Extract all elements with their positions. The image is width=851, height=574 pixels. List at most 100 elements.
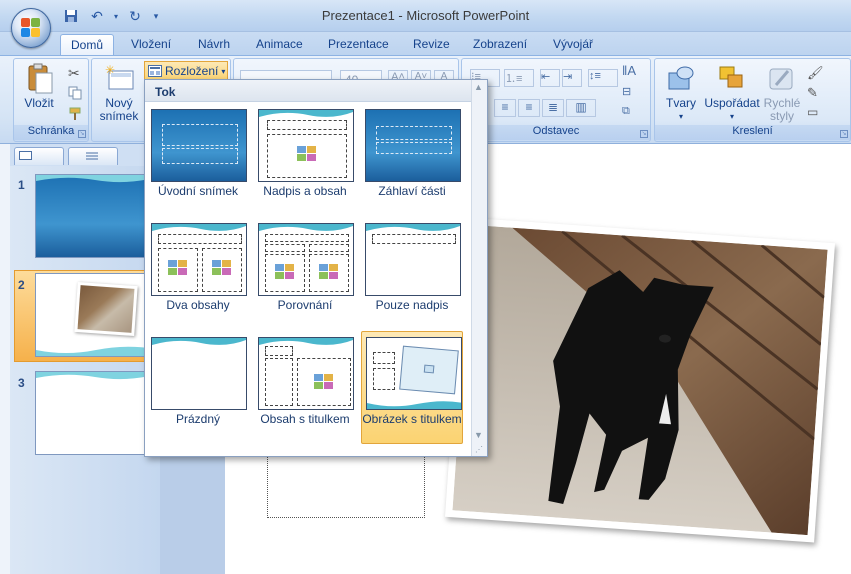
slide-pane-tabs [10,144,145,166]
layout-thumbnail [365,109,461,182]
layout-thumbnail [258,337,354,410]
dog-image [452,224,828,536]
tab-home[interactable]: Domů [60,34,115,56]
paragraph-group-label: Odstavec [462,125,650,140]
increase-indent-icon[interactable]: ⇥ [562,69,582,87]
align-center-icon[interactable]: ≡ [494,99,516,117]
scroll-up-icon[interactable]: ▲ [474,82,483,92]
office-button[interactable] [11,8,51,48]
content-icon [297,146,317,162]
drawing-launcher-icon[interactable]: ↘ [840,130,848,138]
clipboard-group-label: Schránka [14,125,88,140]
layout-label: Rozložení [165,64,219,78]
shape-effects-icon[interactable]: ▭ [807,105,818,119]
layout-thumbnail [365,223,461,296]
drawing-group: Tvary ▾ Uspořádat ▾ Rychlé styly 🖌 ✎ ▭ K… [654,58,851,142]
gallery-heading: Tok [145,80,471,102]
layout-two-content[interactable]: Dva obsahy [147,220,249,328]
gallery-scrollbar[interactable]: ▲ ▼ ⋰ [471,80,487,456]
office-logo-icon [21,18,41,38]
tab-developer[interactable]: Vývojář [543,34,603,56]
shape-outline-icon[interactable]: ✎ [807,85,818,101]
layout-picture-with-caption[interactable]: Obrázek s titulkem [361,331,463,444]
layout-label: Obrázek s titulkem [362,412,462,426]
layout-button[interactable]: Rozložení ▾ [144,61,228,81]
tab-outline-icon[interactable] [68,147,118,165]
align-text-icon[interactable]: ⊟ [622,85,646,103]
new-slide-icon: ✳ [103,63,135,93]
layout-comparison[interactable]: Porovnání [254,220,356,328]
layout-thumbnail [151,337,247,410]
clipboard-group: Vložit ✂ Schránka ↘ [13,58,89,142]
paste-icon [23,63,55,94]
picture-placeholder [399,345,459,395]
justify-icon[interactable]: ≣ [542,99,564,117]
paragraph-group: ⁝≡ ⒈≡ ⇤ ⇥ ↕≡ ǁA ⊟ ⧉ ≡ ≡ ≣ ▥ Odstavec ↘ [461,58,651,142]
tab-slides-icon[interactable] [14,147,64,165]
layout-blank[interactable]: Prázdný [147,334,249,442]
slide-thumbnail-2[interactable] [35,273,155,357]
arrange-label: Uspořádat [704,96,760,110]
cut-icon[interactable]: ✂ [68,65,84,81]
tab-slideshow[interactable]: Prezentace [318,34,399,56]
window-title: Prezentace1 - Microsoft PowerPoint [321,8,530,23]
quick-styles-label-2: styly [770,109,794,123]
slide-thumbnail-pane: 1 2 3 [10,166,164,574]
drawing-group-label: Kreslení [655,125,850,140]
arrange-icon [716,63,748,93]
layout-title-only[interactable]: Pouze nadpis [361,220,463,328]
slide-thumbnail-3[interactable] [35,371,155,455]
smartart-icon[interactable]: ⧉ [622,105,646,123]
layout-dropdown-icon: ▾ [221,66,226,76]
quick-styles-button[interactable]: Rychlé styly [761,63,803,123]
dog-photo[interactable] [444,217,836,543]
align-right-icon[interactable]: ≡ [518,99,540,117]
text-direction-icon[interactable]: ǁA [622,63,646,81]
new-slide-button[interactable]: ✳ Nový snímek [96,63,142,123]
tab-view[interactable]: Zobrazení [463,34,537,56]
shapes-label: Tvary [666,96,696,110]
slide-thumbnail-1[interactable] [35,174,155,258]
text-placeholder[interactable] [267,455,425,518]
copy-icon[interactable] [68,86,84,102]
tab-design[interactable]: Návrh [188,34,240,56]
resize-grip-icon[interactable]: ⋰ [475,445,483,454]
shapes-button[interactable]: Tvary ▾ [661,63,701,123]
slide-number: 1 [18,178,25,192]
ribbon-tabs: Domů Vložení Návrh Animace Prezentace Re… [0,32,851,56]
layout-title-and-content[interactable]: Nadpis a obsah [254,106,356,214]
layout-label: Úvodní snímek [157,184,239,198]
paste-button[interactable]: Vložit [19,63,59,110]
layout-label: Prázdný [175,412,221,426]
layout-label: Záhlaví části [378,184,446,198]
layout-thumbnail [151,109,247,182]
clipboard-launcher-icon[interactable]: ↘ [78,130,86,138]
format-painter-icon[interactable] [68,107,84,123]
shape-fill-icon[interactable]: 🖌 [807,65,824,81]
tab-insert[interactable]: Vložení [121,34,181,56]
layout-content-with-caption[interactable]: Obsah s titulkem [254,334,356,442]
layout-thumbnail [366,337,462,410]
tab-review[interactable]: Revize [403,34,460,56]
arrange-button[interactable]: Uspořádat ▾ [701,63,763,123]
paragraph-launcher-icon[interactable]: ↘ [640,130,648,138]
layout-title-slide[interactable]: Úvodní snímek [147,106,249,214]
layout-gallery: Tok ▲ ▼ ⋰ Úvodní snímek Nadpis a obsah Z… [144,79,488,457]
arrange-dropdown-icon: ▾ [729,112,734,121]
layout-icon [148,65,162,77]
layout-thumbnail [258,109,354,182]
scroll-down-icon[interactable]: ▼ [474,430,483,440]
decrease-indent-icon[interactable]: ⇤ [540,69,560,87]
layout-section-header[interactable]: Záhlaví části [361,106,463,214]
content-icon [168,260,188,276]
shapes-icon [665,63,697,93]
line-spacing-icon[interactable]: ↕≡ [588,69,618,87]
svg-text:✳: ✳ [105,63,115,77]
numbering-icon[interactable]: ⒈≡ [504,69,534,87]
layout-label: Nadpis a obsah [263,184,347,198]
thumbnail-photo [74,281,138,337]
columns-icon[interactable]: ▥ [566,99,596,117]
tab-animations[interactable]: Animace [246,34,313,56]
slide-number: 2 [18,278,25,292]
layout-thumbnail [151,223,247,296]
